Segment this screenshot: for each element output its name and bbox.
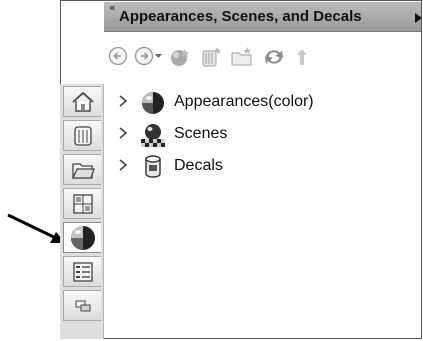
scene-icon: [140, 123, 166, 151]
forward-arrow-dropdown-icon[interactable]: [134, 46, 164, 66]
new-folder-icon[interactable]: [230, 46, 254, 68]
tab-file-explorer[interactable]: [63, 154, 101, 185]
tree-item-appearances[interactable]: Appearances(color): [104, 90, 404, 114]
collapse-toggle[interactable]: «: [109, 2, 116, 13]
custom-properties-icon: [72, 261, 94, 283]
tab-view-palette[interactable]: [63, 188, 101, 219]
refresh-icon[interactable]: [262, 46, 286, 68]
add-file-location-icon[interactable]: [200, 46, 224, 68]
tab-home[interactable]: [63, 86, 101, 117]
home-icon: [71, 91, 95, 113]
design-library-icon: [72, 125, 94, 147]
tree-item-scenes[interactable]: Scenes: [104, 122, 404, 147]
tree-item-label: Appearances(color): [174, 93, 314, 110]
tab-design-library[interactable]: [63, 120, 101, 151]
file-explorer-icon: [71, 160, 95, 180]
tree-item-label: Scenes: [174, 125, 228, 142]
up-one-level-icon[interactable]: [294, 46, 310, 68]
view-palette-icon: [72, 193, 94, 215]
panel-title: Appearances, Scenes, and Decals: [119, 8, 362, 25]
appearances-scenes-decals-icon: [69, 224, 97, 252]
appearance-sphere-icon: [140, 91, 166, 119]
chevron-right-icon[interactable]: [118, 159, 128, 171]
pin-arrow-icon[interactable]: [415, 13, 421, 23]
add-appearance-icon[interactable]: [168, 46, 192, 68]
panel-header: « Appearances, Scenes, and Decals: [104, 2, 421, 32]
chevron-right-icon[interactable]: [118, 95, 128, 107]
task-pane-tab-strip: [60, 84, 104, 339]
forum-icon: [74, 298, 92, 314]
decal-cylinder-icon: [140, 155, 166, 183]
tree-item-label: Decals: [174, 157, 223, 174]
chevron-right-icon[interactable]: [118, 127, 128, 139]
tab-custom-properties[interactable]: [63, 256, 101, 287]
tree-item-decals[interactable]: Decals: [104, 154, 404, 178]
toolbar: [104, 33, 421, 83]
back-arrow-icon[interactable]: [108, 46, 128, 66]
tab-appearances-scenes-decals[interactable]: [63, 222, 101, 253]
tab-forum[interactable]: [63, 290, 101, 321]
